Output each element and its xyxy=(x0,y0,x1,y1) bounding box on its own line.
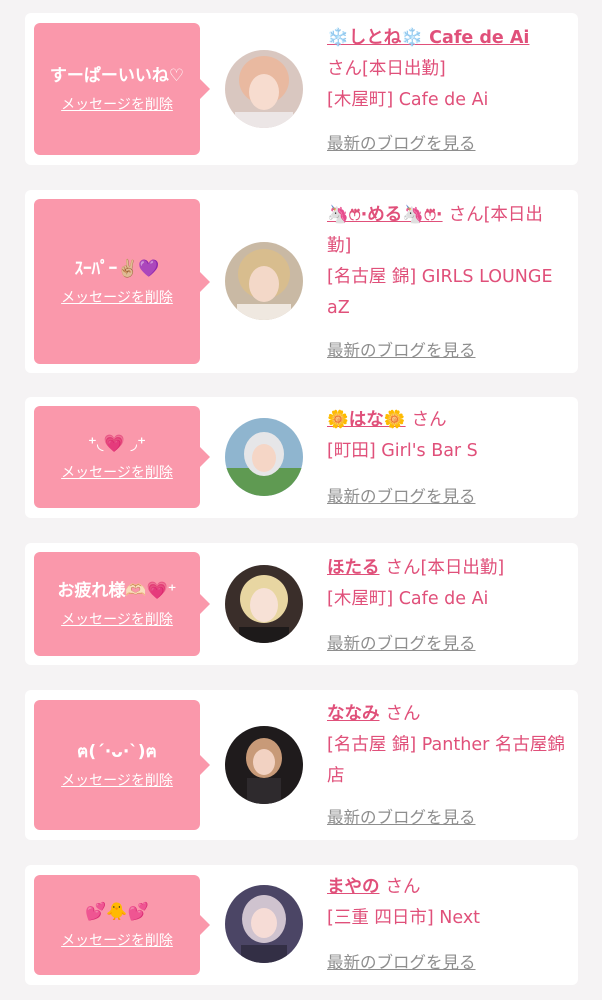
message-bubble: すーぱーいいね♡ メッセージを削除 xyxy=(34,23,210,155)
cast-info: まやの さん [三重 四日市] Next xyxy=(327,872,567,934)
honorific: さん xyxy=(385,558,421,578)
latest-blog-link[interactable]: 最新のブログを見る xyxy=(327,130,476,154)
cast-name-link[interactable]: ななみ xyxy=(327,704,380,724)
cast-info: 🦄ෆ⃛·める🦄ෆ⃛· さん[本日出勤] [名古屋 錦] GIRLS LOUNGE … xyxy=(327,200,567,324)
work-status: [本日出勤] xyxy=(420,558,505,578)
shop-info: [名古屋 錦] GIRLS LOUNGE aZ xyxy=(327,267,553,318)
cast-name-link[interactable]: ほたる xyxy=(327,558,380,578)
delete-message-link[interactable]: メッセージを削除 xyxy=(61,770,173,790)
latest-blog-link[interactable]: 最新のブログを見る xyxy=(327,337,476,361)
cast-name-link[interactable]: ❄️しとね❄️ Cafe de Ai xyxy=(327,28,529,48)
cast-name-link[interactable]: まやの xyxy=(327,877,380,897)
message-bubble: お疲れ様🫶🏻💗⁺ メッセージを削除 xyxy=(34,552,210,656)
shop-info: [木屋町] Cafe de Ai xyxy=(327,589,489,609)
message-bubble: ⁺◟💗 ◞⁺ メッセージを削除 xyxy=(34,406,210,508)
message-text: お疲れ様🫶🏻💗⁺ xyxy=(57,581,177,601)
honorific: さん xyxy=(411,410,447,430)
message-card: すーぱーいいね♡ メッセージを削除 ❄️しとね❄️ Cafe de Ai さん[… xyxy=(25,13,578,165)
delete-message-link[interactable]: メッセージを削除 xyxy=(61,930,173,950)
latest-blog-link[interactable]: 最新のブログを見る xyxy=(327,804,476,828)
cast-name-link[interactable]: 🌼はな🌼 xyxy=(327,410,406,430)
cast-info: ななみ さん [名古屋 錦] Panther 名古屋錦店 xyxy=(327,699,567,792)
shop-info: [町田] Girl's Bar S xyxy=(327,441,478,461)
shop-info: [名古屋 錦] Panther 名古屋錦店 xyxy=(327,735,565,786)
work-status: [本日出勤] xyxy=(362,59,446,79)
honorific: さん xyxy=(385,704,421,724)
message-text: ฅ(ˊ·ᴗ·ˋ)ฅ xyxy=(77,742,157,762)
message-card: ｽｰﾊﾟｰ✌🏼💜 メッセージを削除 🦄ෆ⃛·める🦄ෆ⃛· さん[本日出勤] [名古… xyxy=(25,190,578,373)
cast-info: ほたる さん[本日出勤] [木屋町] Cafe de Ai xyxy=(327,553,567,615)
avatar[interactable] xyxy=(225,726,303,804)
shop-info: [木屋町] Cafe de Ai xyxy=(327,90,489,110)
latest-blog-link[interactable]: 最新のブログを見る xyxy=(327,483,476,507)
delete-message-link[interactable]: メッセージを削除 xyxy=(61,462,173,482)
avatar[interactable] xyxy=(225,50,303,128)
message-text: ｽｰﾊﾟｰ✌🏼💜 xyxy=(74,258,160,279)
avatar[interactable] xyxy=(225,885,303,963)
avatar[interactable] xyxy=(225,242,303,320)
message-text: 💕🐥💕 xyxy=(85,902,149,922)
message-bubble: ｽｰﾊﾟｰ✌🏼💜 メッセージを削除 xyxy=(34,199,210,364)
message-list: すーぱーいいね♡ メッセージを削除 ❄️しとね❄️ Cafe de Ai さん[… xyxy=(0,0,602,1000)
shop-info: [三重 四日市] Next xyxy=(327,908,481,928)
delete-message-link[interactable]: メッセージを削除 xyxy=(61,94,173,114)
avatar[interactable] xyxy=(225,418,303,496)
message-card: 💕🐥💕 メッセージを削除 まやの さん [三重 四日市] Next 最新のブログを… xyxy=(25,865,578,985)
cast-info: ❄️しとね❄️ Cafe de Ai さん[本日出勤] [木屋町] Cafe d… xyxy=(327,23,567,116)
message-bubble: ฅ(ˊ·ᴗ·ˋ)ฅ メッセージを削除 xyxy=(34,700,210,830)
message-card: ฅ(ˊ·ᴗ·ˋ)ฅ メッセージを削除 ななみ さん [名古屋 錦] Panther… xyxy=(25,690,578,840)
delete-message-link[interactable]: メッセージを削除 xyxy=(61,609,173,629)
message-card: お疲れ様🫶🏻💗⁺ メッセージを削除 ほたる さん[本日出勤] [木屋町] Cafe… xyxy=(25,543,578,665)
message-text: ⁺◟💗 ◞⁺ xyxy=(87,434,147,454)
message-bubble: 💕🐥💕 メッセージを削除 xyxy=(34,875,210,975)
honorific: さん xyxy=(385,877,421,897)
cast-name-link[interactable]: 🦄ෆ⃛·める🦄ෆ⃛· xyxy=(327,205,443,225)
message-card: ⁺◟💗 ◞⁺ メッセージを削除 🌼はな🌼 さん [町田] Girl's Bar S… xyxy=(25,397,578,518)
honorific: さん xyxy=(448,205,484,225)
latest-blog-link[interactable]: 最新のブログを見る xyxy=(327,630,476,654)
message-text: すーぱーいいね♡ xyxy=(49,66,185,86)
delete-message-link[interactable]: メッセージを削除 xyxy=(61,287,173,307)
honorific: さん xyxy=(327,59,362,79)
cast-info: 🌼はな🌼 さん [町田] Girl's Bar S xyxy=(327,405,567,467)
latest-blog-link[interactable]: 最新のブログを見る xyxy=(327,949,476,973)
avatar[interactable] xyxy=(225,565,303,643)
